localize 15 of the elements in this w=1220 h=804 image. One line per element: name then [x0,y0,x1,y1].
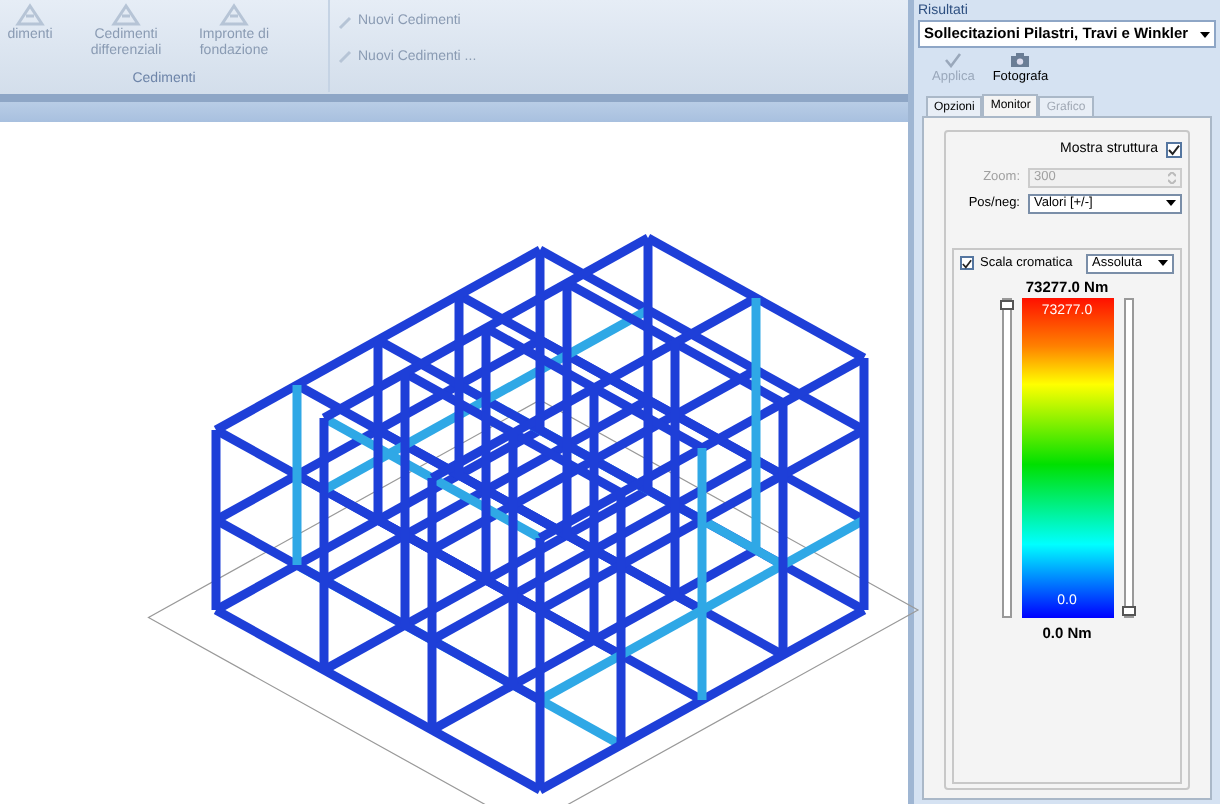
settlement-icon [110,0,142,28]
settlement-icon [218,0,250,28]
slider-handle[interactable] [999,299,1013,310]
check-icon [1168,144,1180,157]
check-icon [944,52,963,69]
camera-icon [1010,52,1031,69]
spin-icon [1168,171,1176,183]
dropdown-arrow-icon [1200,31,1210,37]
checkbox[interactable] [960,256,974,270]
check-icon [962,257,972,269]
dropdown-arrow-icon [1158,260,1168,266]
dropdown-arrow-icon [1166,200,1176,206]
checkbox[interactable] [1166,142,1182,159]
settlement-icon [14,0,46,28]
slider-handle[interactable] [1121,605,1135,616]
